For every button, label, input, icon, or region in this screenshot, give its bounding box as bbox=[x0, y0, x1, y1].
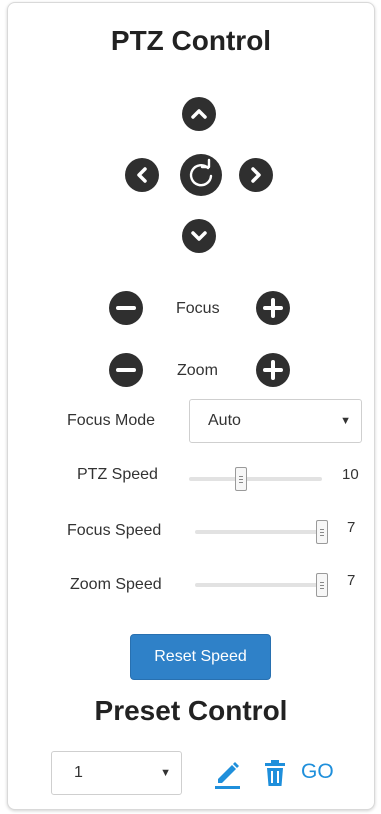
refresh-icon bbox=[189, 158, 213, 187]
plus-icon bbox=[263, 298, 283, 318]
pencil-icon bbox=[215, 762, 240, 789]
home-button[interactable] bbox=[180, 154, 222, 196]
focus-mode-value: Auto bbox=[208, 412, 241, 429]
chevron-down-icon bbox=[191, 231, 207, 241]
ptz-speed-track[interactable] bbox=[189, 477, 322, 481]
focus-speed-label: Focus Speed bbox=[67, 522, 162, 539]
pan-up-button[interactable] bbox=[182, 97, 216, 131]
preset-value: 1 bbox=[74, 764, 83, 781]
zoom-minus-button[interactable] bbox=[109, 353, 143, 387]
zoom-speed-handle[interactable] bbox=[316, 573, 328, 597]
zoom-speed-label: Zoom Speed bbox=[70, 576, 162, 593]
chevron-left-icon bbox=[137, 167, 147, 183]
zoom-plus-button[interactable] bbox=[256, 353, 290, 387]
pan-down-button[interactable] bbox=[182, 219, 216, 253]
focus-mode-select[interactable]: Auto ▼ bbox=[189, 399, 362, 443]
ptz-panel: PTZ Control Focus Zoom Focus Mode Auto ▼… bbox=[7, 2, 375, 810]
focus-speed-handle[interactable] bbox=[316, 520, 328, 544]
delete-preset-button[interactable] bbox=[263, 759, 287, 787]
caret-down-icon: ▼ bbox=[340, 415, 351, 427]
preset-select[interactable]: 1 ▼ bbox=[51, 751, 182, 795]
focus-speed-value: 7 bbox=[347, 519, 356, 536]
ptz-speed-value: 10 bbox=[342, 466, 359, 483]
trash-icon bbox=[265, 760, 285, 786]
ptz-speed-handle[interactable] bbox=[234, 467, 247, 491]
zoom-speed-track[interactable] bbox=[195, 583, 328, 587]
zoom-speed-value: 7 bbox=[347, 572, 356, 589]
go-preset-button[interactable]: GO bbox=[301, 760, 334, 784]
preset-title: Preset Control bbox=[94, 695, 288, 726]
focus-mode-label: Focus Mode bbox=[67, 412, 156, 429]
pan-left-button[interactable] bbox=[125, 158, 159, 192]
focus-label: Focus bbox=[176, 300, 220, 317]
ptz-title: PTZ Control bbox=[110, 25, 272, 56]
focus-plus-button[interactable] bbox=[256, 291, 290, 325]
zoom-label: Zoom bbox=[177, 362, 218, 379]
minus-icon bbox=[116, 306, 136, 310]
focus-speed-track[interactable] bbox=[195, 530, 328, 534]
ptz-speed-label: PTZ Speed bbox=[77, 466, 158, 483]
chevron-right-icon bbox=[251, 167, 261, 183]
minus-icon bbox=[116, 368, 136, 372]
reset-speed-button[interactable]: Reset Speed bbox=[130, 634, 271, 680]
pan-right-button[interactable] bbox=[239, 158, 273, 192]
chevron-up-icon bbox=[191, 109, 207, 119]
plus-icon bbox=[263, 360, 283, 380]
caret-down-icon: ▼ bbox=[160, 767, 171, 779]
edit-preset-button[interactable] bbox=[212, 757, 242, 789]
focus-minus-button[interactable] bbox=[109, 291, 143, 325]
